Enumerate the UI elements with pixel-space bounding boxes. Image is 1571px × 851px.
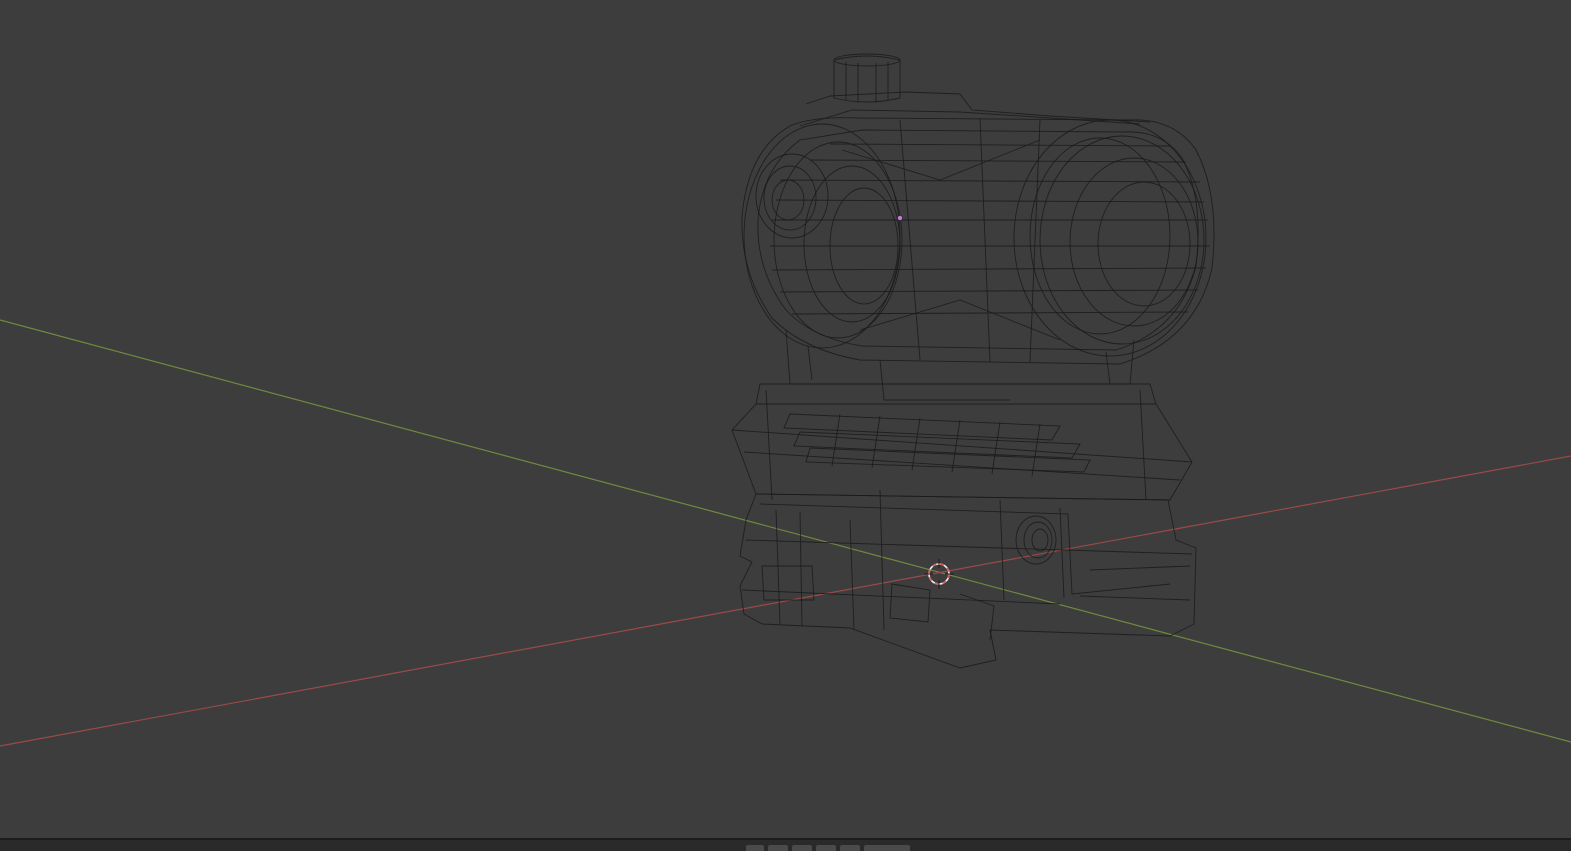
status-tab[interactable]: [864, 845, 910, 851]
status-tab[interactable]: [746, 845, 764, 851]
status-tab[interactable]: [768, 845, 788, 851]
viewport-canvas[interactable]: [0, 0, 1571, 838]
3d-viewport[interactable]: [0, 0, 1571, 838]
y-axis-line: [0, 319, 1571, 743]
status-bar: [0, 838, 1571, 851]
x-axis-line: [0, 455, 1571, 747]
wireframe-mesh[interactable]: [731, 53, 1215, 669]
object-origin-dot[interactable]: [897, 215, 903, 221]
status-tab[interactable]: [840, 845, 860, 851]
status-tab[interactable]: [816, 845, 836, 851]
status-tab[interactable]: [792, 845, 812, 851]
3d-cursor-icon[interactable]: [924, 559, 954, 589]
